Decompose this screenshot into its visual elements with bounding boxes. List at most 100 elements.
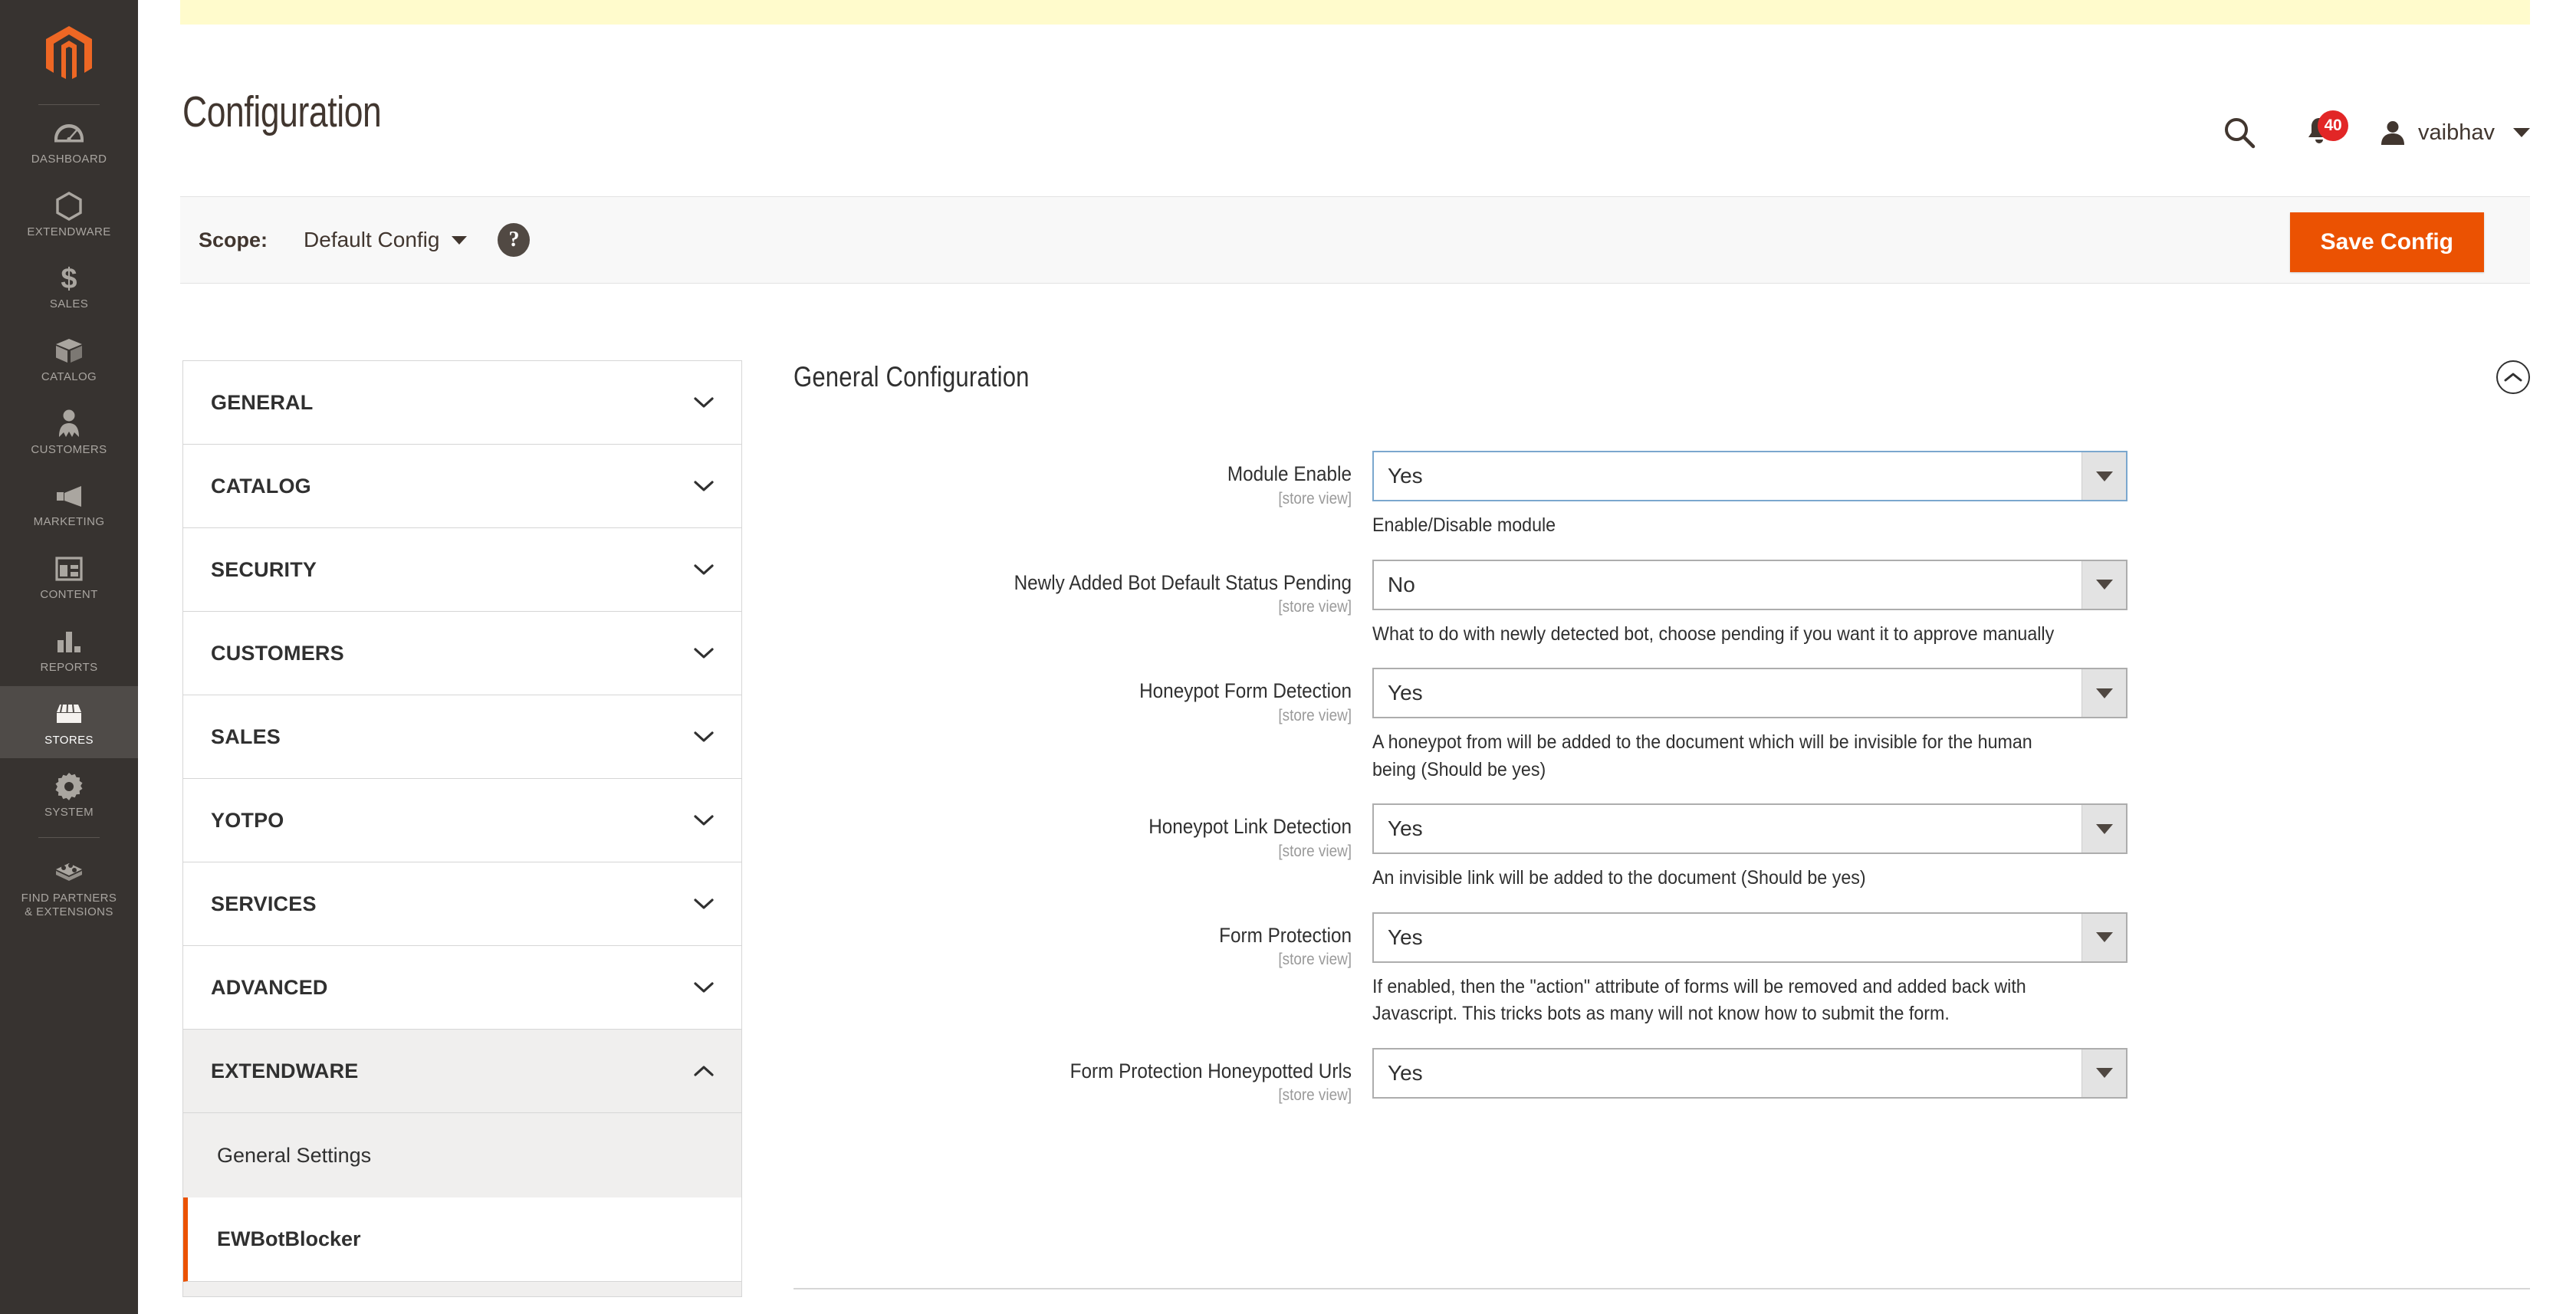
sidebar-item-label: FIND PARTNERS & EXTENSIONS xyxy=(21,891,117,918)
sidebar-item-dashboard[interactable]: DASHBOARD xyxy=(0,105,138,178)
select-value: Yes xyxy=(1388,816,1423,840)
field-label: Form Protection xyxy=(1219,923,1352,947)
config-section-customers[interactable]: CUSTOMERS xyxy=(183,612,741,695)
user-menu[interactable]: vaibhav xyxy=(2380,120,2530,146)
form-protection-select[interactable]: Yes xyxy=(1372,912,2128,963)
admin-sidebar: DASHBOARD EXTENDWARE $ SALES CATALOG CUS… xyxy=(0,0,138,1314)
notifications-button[interactable]: 40 xyxy=(2297,110,2349,155)
box-icon xyxy=(54,336,84,366)
hexagon-icon xyxy=(55,191,83,222)
notification-banner xyxy=(180,0,2530,25)
page-title: Configuration xyxy=(182,87,382,136)
sidebar-item-stores[interactable]: STORES xyxy=(0,685,138,759)
select-value: Yes xyxy=(1388,464,1423,488)
field-scope: [store view] xyxy=(1278,951,1352,969)
help-icon[interactable]: ? xyxy=(498,223,531,257)
field-scope: [store view] xyxy=(1278,489,1352,508)
person-icon xyxy=(58,409,80,439)
config-section-advanced[interactable]: ADVANCED xyxy=(183,946,741,1030)
sidebar-item-content[interactable]: CONTENT xyxy=(0,540,138,613)
field-row-newly-added-bot-default-status-pending: Newly Added Bot Default Status Pending [… xyxy=(794,559,2530,649)
field-control-col: Yes An invisible link will be added to t… xyxy=(1372,803,2530,892)
field-label-col: Honeypot Link Detection [store view] xyxy=(794,803,1372,861)
field-control-col: Yes xyxy=(1372,1047,2530,1099)
sidebar-item-marketing[interactable]: MARKETING xyxy=(0,468,138,540)
config-content: General Configuration Module Enable [sto… xyxy=(794,360,2530,1119)
sidebar-item-label: SALES xyxy=(49,297,89,311)
save-config-button[interactable]: Save Config xyxy=(2289,212,2484,272)
sidebar-item-sales[interactable]: $ SALES xyxy=(0,250,138,323)
chevron-down-icon xyxy=(694,814,714,826)
chevron-down-icon xyxy=(694,981,714,994)
search-icon[interactable] xyxy=(2217,110,2262,155)
config-fields: Module Enable [store view] Yes Enable/Di… xyxy=(794,451,2530,1105)
chevron-down-icon xyxy=(2082,913,2126,961)
chevron-down-icon xyxy=(694,563,714,576)
field-label: Newly Added Bot Default Status Pending xyxy=(1014,570,1352,594)
config-subitem-ewbotblocker[interactable]: EWBotBlocker xyxy=(183,1197,741,1282)
config-section-label: SECURITY xyxy=(211,557,317,581)
select-value: Yes xyxy=(1388,1060,1423,1085)
field-comment: What to do with newly detected bot, choo… xyxy=(1372,623,2055,645)
form-protection-honeypotted-urls-select[interactable]: Yes xyxy=(1372,1047,2128,1099)
honeypot-form-detection-select[interactable]: Yes xyxy=(1372,668,2128,718)
sidebar-item-catalog[interactable]: CATALOG xyxy=(0,323,138,396)
chevron-down-icon xyxy=(2082,669,2126,717)
config-section-yotpo[interactable]: YOTPO xyxy=(183,779,741,862)
scope-bar: Scope: Default Config ? Save Config xyxy=(180,196,2530,284)
scope-selector[interactable]: Default Config xyxy=(304,228,468,252)
store-icon xyxy=(54,699,84,730)
config-subitems: General Settings EWBotBlocker xyxy=(183,1113,741,1282)
nav-divider-bottom xyxy=(38,836,100,838)
sidebar-item-label: CATALOG xyxy=(41,370,97,384)
field-row-honeypot-link-detection: Honeypot Link Detection [store view] Yes… xyxy=(794,803,2530,892)
field-control-col: No What to do with newly detected bot, c… xyxy=(1372,559,2530,649)
field-label-col: Newly Added Bot Default Status Pending [… xyxy=(794,560,1372,617)
field-control-col: Yes Enable/Disable module xyxy=(1372,451,2530,540)
chevron-up-circle-icon[interactable] xyxy=(2496,360,2530,394)
sidebar-item-label: STORES xyxy=(44,733,94,747)
config-section-label: ADVANCED xyxy=(211,975,328,999)
chevron-down-icon xyxy=(694,480,714,492)
field-label-col: Form Protection [store view] xyxy=(794,912,1372,970)
sidebar-item-label: DASHBOARD xyxy=(31,153,107,166)
config-section-extendware[interactable]: EXTENDWARE xyxy=(183,1030,741,1113)
select-value: No xyxy=(1388,572,1415,596)
dashboard-icon xyxy=(54,118,84,149)
select-value: Yes xyxy=(1388,681,1423,705)
sidebar-item-extendware[interactable]: EXTENDWARE xyxy=(0,178,138,251)
field-comment: A honeypot from will be added to the doc… xyxy=(1372,731,2032,780)
sidebar-item-customers[interactable]: CUSTOMERS xyxy=(0,396,138,468)
scope-label: Scope: xyxy=(199,228,268,251)
sidebar-item-reports[interactable]: REPORTS xyxy=(0,613,138,686)
field-row-form-protection: Form Protection [store view] Yes If enab… xyxy=(794,912,2530,1028)
newly-added-bot-default-status-pending-select[interactable]: No xyxy=(1372,559,2128,610)
chevron-down-icon xyxy=(694,647,714,659)
bar-chart-icon xyxy=(55,626,83,657)
field-label: Form Protection Honeypotted Urls xyxy=(1070,1059,1352,1082)
section-header: General Configuration xyxy=(794,360,2530,409)
config-section-label: CUSTOMERS xyxy=(211,641,344,665)
field-label-col: Module Enable [store view] xyxy=(794,451,1372,508)
chevron-up-icon xyxy=(694,1065,714,1077)
sidebar-item-find-partners-extensions[interactable]: FIND PARTNERS & EXTENSIONS xyxy=(0,844,138,930)
field-row-form-protection-honeypotted-urls: Form Protection Honeypotted Urls [store … xyxy=(794,1047,2530,1105)
sidebar-item-system[interactable]: SYSTEM xyxy=(0,758,138,831)
sidebar-item-label: REPORTS xyxy=(40,660,98,674)
config-section-sales[interactable]: SALES xyxy=(183,695,741,779)
config-section-catalog[interactable]: CATALOG xyxy=(183,445,741,528)
section-title: General Configuration xyxy=(794,361,1030,393)
config-section-general[interactable]: GENERAL xyxy=(183,361,741,445)
config-section-security[interactable]: SECURITY xyxy=(183,528,741,612)
honeypot-link-detection-select[interactable]: Yes xyxy=(1372,803,2128,854)
field-comment: An invisible link will be added to the d… xyxy=(1372,867,1866,889)
field-label: Honeypot Form Detection xyxy=(1139,679,1352,702)
field-row-honeypot-form-detection: Honeypot Form Detection [store view] Yes… xyxy=(794,668,2530,783)
config-section-services[interactable]: SERVICES xyxy=(183,862,741,946)
field-scope: [store view] xyxy=(1278,842,1352,860)
module-enable-select[interactable]: Yes xyxy=(1372,451,2128,501)
magento-logo[interactable] xyxy=(0,0,138,104)
field-scope: [store view] xyxy=(1278,598,1352,616)
config-subitem-general-settings[interactable]: General Settings xyxy=(183,1113,741,1197)
content-bottom-divider xyxy=(794,1288,2530,1289)
